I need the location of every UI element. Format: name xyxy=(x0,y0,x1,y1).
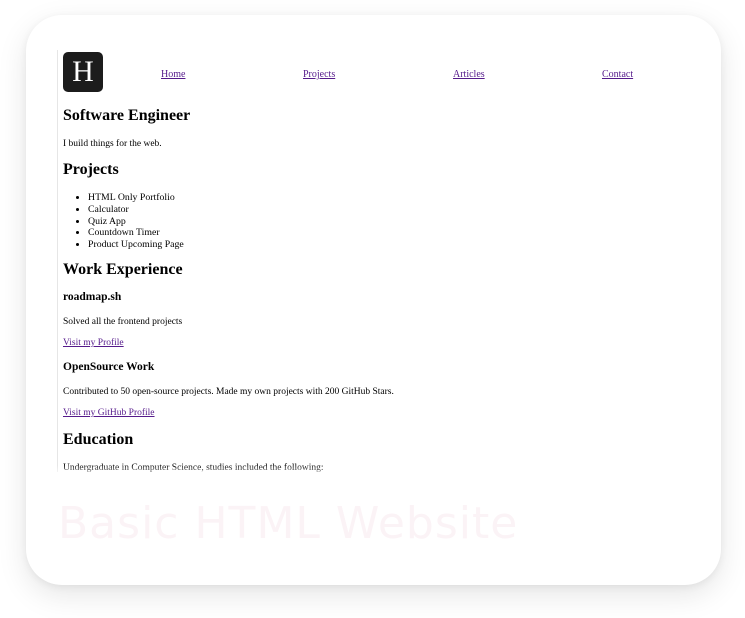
nav-articles-link[interactable]: Articles xyxy=(453,69,485,80)
work-experience-heading: Work Experience xyxy=(63,261,183,278)
frame-divider xyxy=(57,50,58,472)
page-title: Software Engineer xyxy=(63,107,191,124)
github-profile-link[interactable]: Visit my GitHub Profile xyxy=(63,408,155,418)
page-content: H Home Projects Articles Contact Softwar… xyxy=(63,15,703,473)
education-text: Undergraduate in Computer Science, studi… xyxy=(63,463,324,473)
projects-list: HTML Only Portfolio Calculator Quiz App … xyxy=(63,192,184,251)
project-item: Product Upcoming Page xyxy=(88,239,184,251)
job-description: Contributed to 50 open-source projects. … xyxy=(63,387,394,397)
tagline: I build things for the web. xyxy=(63,139,162,149)
projects-heading: Projects xyxy=(63,161,119,178)
nav-home-link[interactable]: Home xyxy=(161,69,185,80)
job-title: roadmap.sh xyxy=(63,291,122,303)
profile-link[interactable]: Visit my Profile xyxy=(63,338,124,348)
project-title-watermark: Basic HTML Website xyxy=(58,498,519,549)
nav-projects-link[interactable]: Projects xyxy=(303,69,335,80)
job-description: Solved all the frontend projects xyxy=(63,317,183,327)
project-item: Countdown Timer xyxy=(88,227,184,239)
education-heading: Education xyxy=(63,431,134,448)
site-header: H Home Projects Articles Contact xyxy=(63,15,703,95)
nav-contact-link[interactable]: Contact xyxy=(602,69,633,80)
preview-card: H Home Projects Articles Contact Softwar… xyxy=(26,15,721,585)
website-preview[interactable]: H Home Projects Articles Contact Softwar… xyxy=(26,15,721,479)
project-item: HTML Only Portfolio xyxy=(88,192,184,204)
logo[interactable]: H xyxy=(63,52,103,92)
project-item: Calculator xyxy=(88,204,184,216)
project-item: Quiz App xyxy=(88,216,184,228)
job-title: OpenSource Work xyxy=(63,361,155,373)
